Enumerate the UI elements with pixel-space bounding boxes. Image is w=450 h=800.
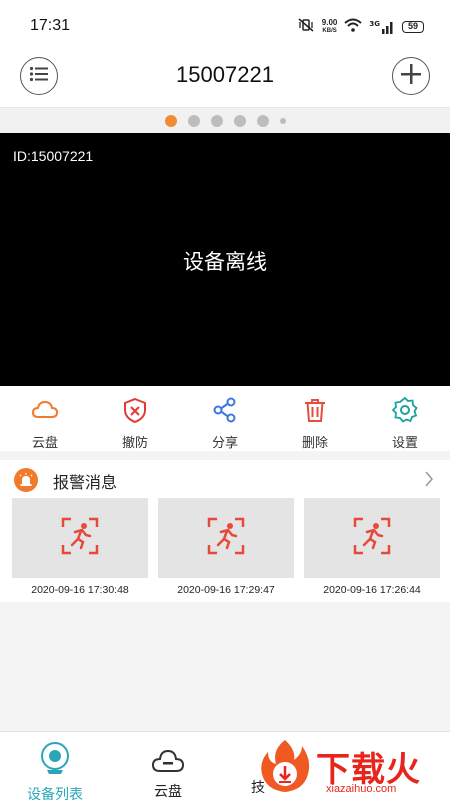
watermark-logo: 下载火 xiazaihuo.com	[254, 734, 444, 796]
chevron-right-icon[interactable]	[424, 471, 434, 491]
battery-icon: 59	[402, 20, 424, 33]
motion-detect-icon	[353, 517, 391, 559]
device-id-label: ID:15007221	[13, 148, 94, 164]
nav-device-list-label: 设备列表	[27, 787, 83, 800]
device-toolbar: 云盘 撤防 分享 删除 设置	[0, 386, 450, 451]
page-dot[interactable]	[187, 115, 200, 127]
alarm-timestamp: 2020-09-16 17:26:44	[323, 584, 421, 596]
cloud-label: 云盘	[31, 436, 58, 451]
alarm-image[interactable]	[158, 498, 294, 578]
alarm-siren-icon	[14, 468, 38, 492]
device-status-text: 设备离线	[183, 250, 267, 274]
page-dot[interactable]	[279, 118, 286, 124]
nav-cloud-label: 云盘	[154, 784, 182, 800]
page-dot-active[interactable]	[164, 115, 177, 127]
motion-detect-icon	[61, 517, 99, 559]
header: 15007221	[0, 52, 450, 108]
app-root: 17:31 9.00 KB/S 3G 59 15007221 ID:150072…	[0, 0, 450, 800]
share-button[interactable]: 分享	[180, 386, 270, 451]
settings-label: 设置	[391, 436, 418, 451]
page-dot[interactable]	[233, 115, 246, 127]
vibrate-mute-icon	[297, 17, 315, 36]
plus-icon	[400, 63, 422, 89]
delete-button[interactable]: 删除	[270, 386, 360, 451]
alarm-section: 报警消息 2020-09-16 17:30:48 2020-09-16 17:2…	[0, 460, 450, 602]
alarm-timestamp: 2020-09-16 17:30:48	[31, 584, 129, 596]
nav-device-list[interactable]: 设备列表	[10, 732, 100, 800]
alarm-title: 报警消息	[53, 473, 118, 492]
delete-label: 删除	[301, 436, 328, 451]
alarm-thumbnail-list: 2020-09-16 17:30:48 2020-09-16 17:29:47 …	[12, 498, 440, 596]
page-indicator[interactable]	[0, 109, 450, 133]
flame-logo-icon	[256, 738, 314, 798]
trash-icon	[301, 396, 329, 428]
motion-detect-icon	[207, 517, 245, 559]
alarm-timestamp: 2020-09-16 17:29:47	[177, 584, 275, 596]
share-icon	[211, 396, 239, 428]
alarm-thumbnail[interactable]: 2020-09-16 17:29:47	[158, 498, 294, 596]
disarm-label: 撤防	[121, 436, 148, 451]
net-speed-value: 9.00	[321, 17, 338, 27]
camera-icon	[38, 741, 72, 781]
signal-type: 3G	[369, 19, 380, 28]
nav-cloud[interactable]: 云盘	[123, 732, 213, 800]
page-dot[interactable]	[210, 115, 223, 127]
alarm-thumbnail[interactable]: 2020-09-16 17:26:44	[304, 498, 440, 596]
status-time: 17:31	[30, 17, 71, 34]
settings-button[interactable]: 设置	[360, 386, 450, 451]
watermark-url: xiazaihuo.com	[326, 783, 397, 795]
add-device-button[interactable]	[392, 57, 430, 95]
page-title: 15007221	[176, 62, 274, 87]
video-preview[interactable]: ID:15007221 设备离线	[0, 133, 450, 386]
gear-icon	[391, 396, 419, 428]
alarm-image[interactable]	[12, 498, 148, 578]
status-icons: 9.00 KB/S 3G 59	[297, 17, 424, 36]
alarm-image[interactable]	[304, 498, 440, 578]
alarm-header[interactable]: 报警消息	[0, 460, 450, 498]
status-bar: 17:31 9.00 KB/S 3G 59	[0, 0, 450, 52]
wifi-icon	[344, 17, 363, 36]
net-speed-unit: KB/S	[322, 27, 337, 34]
disarm-button[interactable]: 撤防	[90, 386, 180, 451]
cloud-icon	[151, 746, 185, 778]
net-speed: 9.00 KB/S	[321, 17, 338, 35]
cloud-button[interactable]: 云盘	[0, 386, 90, 451]
cell-signal-icon: 3G	[369, 20, 395, 34]
cloud-icon	[31, 396, 59, 428]
page-dot[interactable]	[256, 115, 269, 127]
share-label: 分享	[211, 436, 238, 451]
shield-x-icon	[121, 396, 149, 428]
alarm-thumbnail[interactable]: 2020-09-16 17:30:48	[12, 498, 148, 596]
